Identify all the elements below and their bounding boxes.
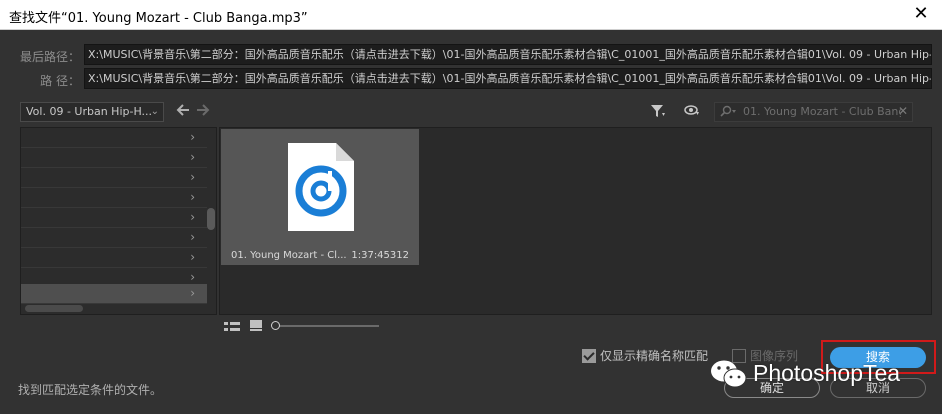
- image-sequence-option[interactable]: 图像序列: [732, 347, 798, 363]
- tree-row[interactable]: ›: [21, 188, 207, 208]
- chevron-right-icon[interactable]: ›: [190, 250, 195, 264]
- tree-row[interactable]: ›: [21, 168, 207, 188]
- path-row: 路 径： X:\MUSIC\背景音乐\第二部分：国外高品质音乐配乐（请点击进去下…: [0, 68, 942, 90]
- list-view-icon[interactable]: [224, 321, 240, 335]
- chevron-right-icon[interactable]: ›: [190, 210, 195, 224]
- path-label: 路 径：: [40, 74, 80, 88]
- eye-icon[interactable]: [684, 104, 700, 119]
- tree-row[interactable]: ›: [21, 148, 207, 168]
- last-path-label: 最后路径：: [19, 50, 80, 64]
- chevron-right-icon[interactable]: ›: [190, 190, 195, 204]
- tree-row[interactable]: ›: [21, 208, 207, 228]
- result-duration: 1:37:45312: [351, 250, 409, 261]
- exact-match-label: 仅显示精确名称匹配: [600, 349, 709, 363]
- search-button[interactable]: 搜索: [830, 347, 926, 368]
- exact-match-checkbox[interactable]: [582, 349, 596, 363]
- tree-horizontal-scrollbar[interactable]: [25, 305, 83, 312]
- chevron-right-icon[interactable]: ›: [190, 150, 195, 164]
- search-input[interactable]: 01. Young Mozart - Club Banga.mp3 ✕: [714, 102, 913, 122]
- result-thumbnail[interactable]: 01. Young Mozart - Cl... 1:37:45312: [221, 129, 419, 265]
- results-panel: 01. Young Mozart - Cl... 1:37:45312: [219, 127, 932, 315]
- path-field[interactable]: X:\MUSIC\背景音乐\第二部分：国外高品质音乐配乐（请点击进去下载）\01…: [84, 68, 932, 89]
- chevron-right-icon[interactable]: ›: [190, 130, 195, 144]
- tree-row[interactable]: ›: [21, 228, 207, 248]
- arrow-right-icon[interactable]: [196, 103, 210, 121]
- folder-tree[interactable]: › › › › › › › › ›: [20, 127, 217, 315]
- chevron-right-icon[interactable]: ›: [190, 286, 195, 300]
- cancel-button[interactable]: 取消: [830, 378, 926, 398]
- last-path-field[interactable]: X:\MUSIC\背景音乐\第二部分：国外高品质音乐配乐（请点击进去下载）\01…: [84, 44, 932, 65]
- tree-row[interactable]: ›: [21, 128, 207, 148]
- search-icon: [719, 105, 739, 122]
- status-text: 找到匹配选定条件的文件。: [18, 383, 163, 397]
- close-icon[interactable]: ✕: [910, 3, 932, 25]
- result-file-name: 01. Young Mozart - Cl...: [231, 250, 347, 261]
- tree-row[interactable]: ›: [21, 248, 207, 268]
- thumbnail-view-icon[interactable]: [250, 320, 262, 334]
- slider-track: [275, 325, 379, 327]
- tree-vertical-scrollbar[interactable]: [207, 208, 215, 230]
- window-title: 查找文件“01. Young Mozart - Club Banga.mp3”: [9, 11, 308, 26]
- folder-dropdown[interactable]: Vol. 09 - Urban Hip-H... ⌄: [20, 102, 164, 122]
- slider-knob[interactable]: [271, 321, 280, 330]
- ok-button[interactable]: 确定: [724, 378, 820, 398]
- exact-match-option[interactable]: 仅显示精确名称匹配: [582, 347, 708, 363]
- title-bar: 查找文件“01. Young Mozart - Club Banga.mp3” …: [0, 0, 942, 30]
- chevron-right-icon[interactable]: ›: [190, 230, 195, 244]
- chevron-right-icon[interactable]: ›: [190, 270, 195, 284]
- search-input-value: 01. Young Mozart - Club Banga.mp3: [743, 105, 901, 118]
- chevron-down-icon: ⌄: [150, 106, 159, 117]
- image-sequence-checkbox[interactable]: [732, 349, 746, 363]
- tree-row-selected[interactable]: ›: [21, 284, 207, 304]
- clear-search-icon[interactable]: ✕: [898, 104, 908, 118]
- chevron-right-icon[interactable]: ›: [190, 170, 195, 184]
- filter-icon[interactable]: [650, 104, 666, 121]
- arrow-left-icon[interactable]: [176, 103, 190, 121]
- image-sequence-label: 图像序列: [750, 349, 799, 363]
- audio-file-icon: [286, 141, 356, 236]
- last-path-row: 最后路径： X:\MUSIC\背景音乐\第二部分：国外高品质音乐配乐（请点击进去…: [0, 44, 942, 66]
- folder-dropdown-value: Vol. 09 - Urban Hip-H...: [26, 105, 153, 118]
- thumbnail-size-slider[interactable]: [271, 321, 379, 331]
